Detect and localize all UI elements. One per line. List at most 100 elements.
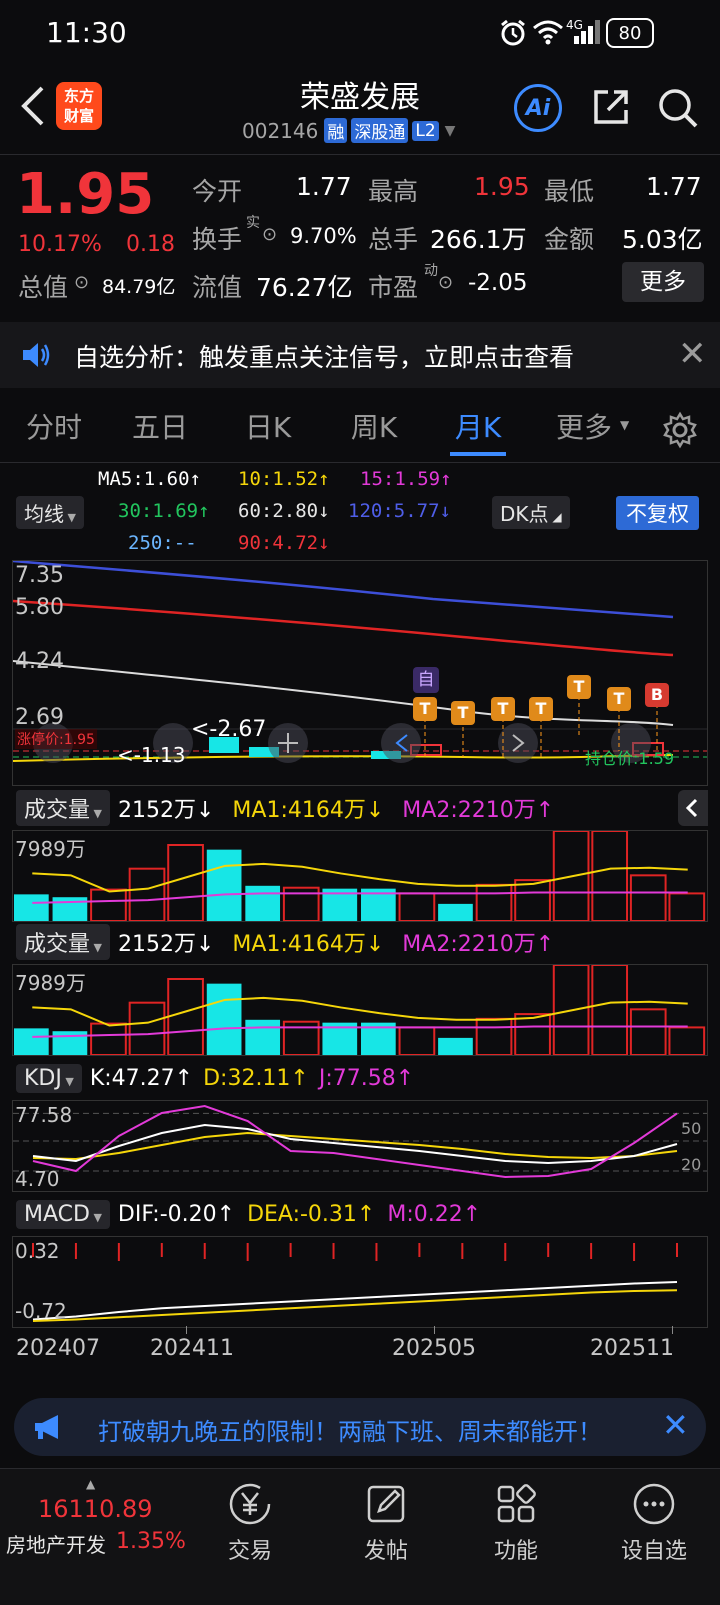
ma90-value: 90:4.72↓	[238, 532, 330, 554]
chevron-down-icon[interactable]: ▼	[620, 418, 629, 432]
kdj-level-50: 50	[681, 1119, 702, 1138]
share-icon[interactable]	[590, 86, 632, 128]
dk-point-button[interactable]: DK点 ◢	[492, 496, 570, 529]
turnover-sup: 实	[246, 215, 260, 231]
volume-bar	[90, 888, 127, 921]
info-icon[interactable]: ⊙	[262, 224, 277, 245]
notice-bar[interactable]: 自选分析：触发重点关注信号，立即点击查看 ✕	[0, 322, 720, 388]
volume-bar	[398, 1026, 436, 1055]
volume2-svg	[14, 965, 706, 1055]
kdj-ymax: 77.58	[15, 1103, 73, 1127]
pe-label: 市盈	[368, 273, 419, 302]
nav-trade[interactable]: 交易	[200, 1481, 300, 1565]
high-value: 1.95	[474, 172, 530, 201]
marker-t[interactable]: T	[451, 701, 475, 725]
volume1-svg	[14, 831, 706, 921]
info-icon[interactable]: ⊙	[74, 272, 89, 293]
macd-dif: DIF:-0.20↑	[117, 1201, 236, 1227]
speaker-icon	[20, 340, 52, 370]
nav-add-watchlist[interactable]: 设自选	[604, 1481, 704, 1565]
info-icon[interactable]: ⊙	[438, 272, 453, 293]
grid-icon	[493, 1481, 539, 1527]
open-value: 1.77	[296, 172, 352, 201]
y-axis-label: 7.35	[15, 563, 64, 588]
status-bar: 11:30 4G 80	[0, 0, 720, 66]
collapse-panel-icon[interactable]	[678, 790, 708, 826]
tag-l2: L2	[412, 120, 439, 141]
macd-select-button[interactable]: MACD ▼	[16, 1199, 110, 1229]
volume-bar	[14, 1028, 49, 1055]
search-icon[interactable]	[656, 86, 700, 130]
nav-functions[interactable]: 功能	[466, 1481, 566, 1565]
gear-icon[interactable]	[660, 410, 700, 450]
promo-text: 打破朝九晚五的限制！两融下班、周末都能开！	[98, 1418, 602, 1446]
macd-chart[interactable]: 0.32 -0.72	[12, 1236, 708, 1328]
ma10-line	[13, 754, 674, 762]
adjust-button[interactable]: 不复权	[616, 496, 699, 530]
marker-t[interactable]: T	[607, 687, 631, 711]
bottom-bar: ▲ 16110.89 房地产开发 1.35% 交易 发帖 功能 设自选	[0, 1468, 720, 1605]
kdj-chart[interactable]: 77.58 4.70 50 20	[12, 1100, 708, 1192]
marker-t[interactable]: T	[491, 697, 515, 721]
turnover-label: 换手	[192, 225, 243, 254]
change-percent: 10.17%	[18, 232, 102, 257]
ai-assistant-icon[interactable]: Ai	[514, 84, 562, 132]
marker-self[interactable]: 自	[413, 667, 439, 693]
tab-daily-k[interactable]: 日K	[236, 406, 300, 446]
x-axis-label: 202411	[150, 1336, 234, 1361]
ma60-value: 60:2.80↓	[238, 500, 330, 522]
volume-bar	[668, 892, 706, 921]
chevron-down-icon: ▼	[90, 941, 102, 954]
close-icon[interactable]: ✕	[678, 334, 707, 374]
tag-connect: 深股通	[351, 118, 409, 143]
macd-m: M:0.22↑	[387, 1201, 482, 1227]
nav-post-label: 发帖	[363, 1539, 408, 1564]
ai-label: Ai	[525, 95, 551, 121]
more-button[interactable]: 更多	[622, 262, 704, 302]
marker-t[interactable]: T	[567, 675, 591, 699]
marker-t[interactable]: T	[413, 697, 437, 721]
nav-post[interactable]: 发帖	[336, 1481, 436, 1565]
chevron-down-icon[interactable]: ▼	[445, 123, 456, 139]
quote-panel: 1.95 10.17% 0.18 今开 1.77 最高 1.95 最低 1.77…	[0, 156, 720, 318]
close-icon[interactable]: ✕	[662, 1406, 689, 1444]
stock-header: 东方 财富 荣盛发展 002146 融 深股通 L2 ▼ Ai	[0, 66, 720, 154]
tab-more[interactable]: 更多	[552, 406, 616, 446]
sector-index[interactable]: ▲ 16110.89 房地产开发 1.35%	[0, 1469, 190, 1605]
alarm-icon	[498, 18, 528, 48]
ma-select-button[interactable]: 均线 ▼	[16, 496, 84, 529]
volume-bar	[514, 1013, 551, 1055]
volume1-ma1: MA1:4164万↓	[232, 798, 385, 823]
volume2-select-button[interactable]: 成交量 ▼	[16, 924, 110, 960]
status-time: 11:30	[46, 16, 127, 49]
tab-weekly-k[interactable]: 周K	[342, 406, 406, 446]
kdj-label: KDJ	[24, 1065, 62, 1091]
marker-t[interactable]: T	[529, 697, 553, 721]
tab-intraday[interactable]: 分时	[22, 406, 86, 446]
mktcap-label: 总值	[18, 273, 69, 302]
macd-ymax: 0.32	[15, 1239, 60, 1263]
pe-sup: 动	[424, 263, 438, 279]
battery-icon: 80	[606, 18, 654, 48]
chevron-up-icon: ▲	[86, 1477, 96, 1491]
wifi-icon	[532, 18, 564, 46]
macd-dea-line	[32, 1289, 678, 1322]
x-axis-label: 202511	[590, 1336, 674, 1361]
volume1-header: 成交量 ▼ 2152万↓ MA1:4164万↓ MA2:2210万↑	[16, 790, 554, 826]
volume2-chart[interactable]: 7989万	[12, 964, 708, 1056]
marker-buy[interactable]: B	[645, 683, 669, 707]
arrow-right-icon	[498, 723, 538, 763]
sector-index-value: 16110.89	[38, 1495, 153, 1523]
volume-bar	[591, 831, 629, 921]
volume2-ma2: MA2:2210万↑	[402, 932, 555, 957]
tab-monthly-k[interactable]: 月K	[446, 406, 510, 446]
low-label: 最低	[544, 177, 595, 206]
tab-five-day[interactable]: 五日	[128, 406, 192, 446]
volume-bar	[206, 849, 242, 921]
mktcap-value: 84.79亿	[102, 276, 176, 298]
kline-chart[interactable]: 7.35 5.80 4.24 2.69 <-2.67 <-1.13 涨停价:1.…	[12, 560, 708, 786]
volume1-chart[interactable]: 7989万	[12, 830, 708, 922]
promo-banner[interactable]: 打破朝九晚五的限制！两融下班、周末都能开！ ✕	[14, 1398, 706, 1456]
kdj-select-button[interactable]: KDJ ▼	[16, 1063, 82, 1093]
volume1-select-button[interactable]: 成交量 ▼	[16, 790, 110, 826]
